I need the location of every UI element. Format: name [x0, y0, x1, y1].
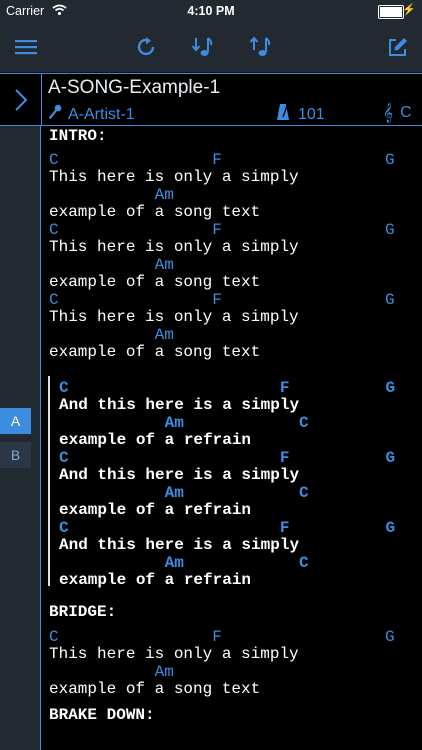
chord-line: C F G	[49, 151, 395, 169]
expand-sidebar-button[interactable]	[0, 74, 42, 125]
chord-line: C F G	[49, 628, 395, 646]
lyrics-view[interactable]: INTRO: C F G This here is only a simply …	[42, 126, 422, 750]
microphone-icon	[48, 104, 62, 125]
lyric-line: example of a song text	[49, 680, 261, 698]
chord-line: Am C	[59, 414, 309, 432]
song-header: A-SONG-Example-1 A-Artist-1 101 𝄞 C	[0, 73, 422, 126]
lyric-line: example of a song text	[49, 203, 261, 221]
chevron-right-icon	[14, 88, 27, 111]
key: 𝄞 C	[383, 103, 412, 123]
reload-icon[interactable]	[134, 35, 158, 59]
charging-bolt-icon: ⚡	[402, 4, 416, 16]
chord-line: Am	[49, 256, 174, 274]
lyric-line: This here is only a simply	[49, 645, 299, 663]
lyric-line: example of a refrain	[59, 431, 252, 449]
lyric-line: And this here is a simply	[59, 396, 300, 414]
lyric-line: example of a song text	[49, 273, 261, 291]
metronome-icon	[276, 103, 290, 126]
chord-line: Am C	[59, 484, 309, 502]
note-arrow-down-icon[interactable]	[191, 35, 215, 59]
lyric-line: example of a song text	[49, 343, 261, 361]
lyric-line: This here is only a simply	[49, 308, 299, 326]
edit-icon[interactable]	[386, 35, 410, 59]
status-bar: Carrier 4:10 PM ⚡	[0, 0, 422, 22]
chord-line: Am	[49, 663, 174, 681]
chord-line: C F G	[59, 449, 396, 467]
lyric-line: And this here is a simply	[59, 536, 300, 554]
chord-line: Am C	[59, 554, 309, 572]
lyric-line: example of a refrain	[59, 571, 252, 589]
tempo-value: 101	[298, 105, 325, 123]
treble-clef-icon: 𝄞	[383, 103, 394, 123]
section-label-brake-down: BRAKE DOWN:	[49, 706, 155, 724]
battery-icon	[378, 5, 404, 19]
lyric-line: This here is only a simply	[49, 238, 299, 256]
artist-name: A-Artist-1	[68, 105, 135, 123]
chord-line: C F G	[49, 291, 395, 309]
chord-line: Am	[49, 186, 174, 204]
section-label-intro: INTRO:	[49, 127, 107, 145]
battery-fill	[380, 7, 402, 17]
note-arrow-up-icon[interactable]	[249, 35, 273, 59]
lyric-line: And this here is a simply	[59, 466, 300, 484]
clock: 4:10 PM	[187, 4, 235, 18]
chord-line: C F G	[49, 221, 395, 239]
lyric-line: example of a refrain	[59, 501, 252, 519]
song-title: A-SONG-Example-1	[48, 77, 221, 98]
lyric-line: This here is only a simply	[49, 168, 299, 186]
refrain-block: C F G And this here is a simply Am C exa…	[48, 376, 395, 589]
key-value: C	[400, 104, 412, 121]
section-button-b[interactable]: B	[0, 442, 31, 468]
section-label-bridge: BRIDGE:	[49, 603, 117, 621]
chord-line: C F G	[59, 519, 396, 537]
tempo: 101	[276, 103, 325, 126]
chord-line: C F G	[59, 379, 396, 397]
toolbar	[0, 22, 422, 73]
chord-line: Am	[49, 326, 174, 344]
section-button-a[interactable]: A	[0, 408, 31, 434]
section-sidebar: A B	[0, 126, 41, 750]
hamburger-menu-icon[interactable]	[14, 35, 38, 59]
artist-row: A-Artist-1	[48, 104, 135, 125]
